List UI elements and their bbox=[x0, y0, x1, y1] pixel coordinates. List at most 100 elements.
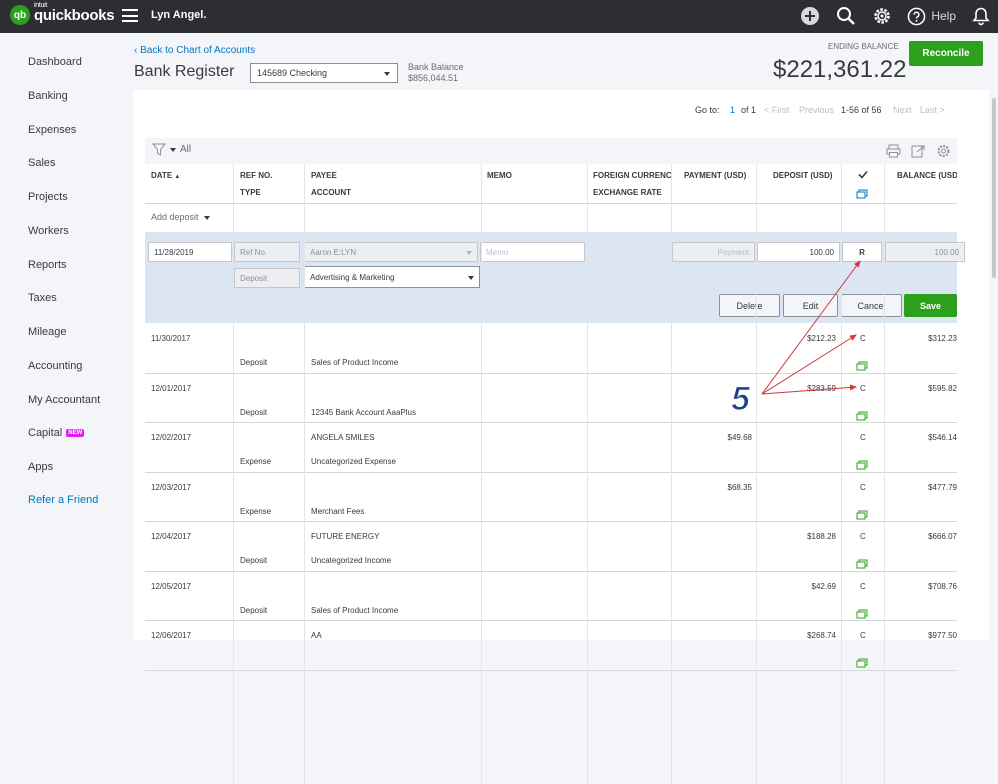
quickbooks-logo[interactable]: qb intuit quickbooks bbox=[10, 2, 115, 25]
last-page-link[interactable]: Last > bbox=[920, 105, 945, 115]
payee-select[interactable]: Aaron E:LYN bbox=[304, 242, 478, 262]
create-icon[interactable] bbox=[799, 5, 821, 27]
nav-dashboard[interactable]: Dashboard bbox=[28, 56, 82, 68]
nav-taxes[interactable]: Taxes bbox=[28, 292, 57, 304]
account-field[interactable]: Advertising & Marketing bbox=[304, 266, 480, 288]
nav-workers[interactable]: Workers bbox=[28, 225, 69, 237]
copy-icon bbox=[856, 189, 868, 201]
date-input[interactable]: 11/28/2019 bbox=[148, 242, 232, 262]
payment-input[interactable]: Payment bbox=[672, 242, 755, 262]
nav-capital-label: Capital bbox=[28, 427, 63, 439]
page-scrollbar[interactable] bbox=[990, 90, 998, 640]
copy-icon[interactable] bbox=[856, 507, 868, 519]
first-page-link[interactable]: < First bbox=[764, 105, 789, 115]
type-field: Deposit bbox=[234, 268, 300, 288]
nav-projects[interactable]: Projects bbox=[28, 191, 68, 203]
nav-sales[interactable]: Sales bbox=[28, 157, 56, 169]
copy-icon[interactable] bbox=[856, 606, 868, 618]
table-row[interactable]: 12/05/2017 Deposit Sales of Product Income… bbox=[145, 572, 957, 621]
row-type: Deposit bbox=[240, 407, 268, 417]
nav-expenses[interactable]: Expenses bbox=[28, 124, 76, 136]
row-status: C bbox=[860, 482, 866, 492]
col-balance: BALANCE (USD) bbox=[897, 171, 957, 180]
save-button[interactable]: Save bbox=[904, 294, 957, 317]
previous-page-link[interactable]: Previous bbox=[799, 105, 834, 115]
copy-icon[interactable] bbox=[856, 358, 868, 371]
print-icon[interactable] bbox=[886, 144, 901, 158]
row-balance: $312.23 bbox=[928, 334, 957, 343]
row-account: Sales of Product Income bbox=[311, 358, 399, 367]
nav-mileage[interactable]: Mileage bbox=[28, 326, 67, 338]
grid-header: DATE ▲ REF NO. TYPE PAYEE ACCOUNT MEMO F… bbox=[145, 164, 957, 204]
table-row[interactable]: 12/04/2017 Deposit FUTURE ENERGY Uncategori… bbox=[145, 522, 957, 572]
goto-page-input[interactable]: 1 bbox=[730, 105, 735, 115]
add-deposit-button[interactable]: Add deposit bbox=[151, 212, 211, 222]
company-name[interactable]: Lyn Angel. bbox=[151, 9, 206, 21]
cancel-button[interactable]: Cancel bbox=[841, 294, 902, 317]
reconcile-status-toggle[interactable]: R bbox=[842, 242, 882, 262]
add-deposit-label: Add deposit bbox=[151, 212, 199, 222]
bank-balance-value: $856,044.51 bbox=[408, 73, 459, 83]
row-deposit: $188.28 bbox=[807, 532, 836, 541]
edit-row: 11/28/2019 Ref No. Aaron E:LYN Memo Paym… bbox=[145, 232, 965, 323]
next-page-link[interactable]: Next bbox=[893, 105, 912, 115]
edit-button[interactable]: Edit bbox=[783, 294, 838, 317]
copy-icon[interactable] bbox=[856, 457, 868, 470]
row-balance: $666.07 bbox=[928, 532, 957, 541]
memo-input[interactable]: Memo bbox=[480, 242, 585, 262]
help-button[interactable]: Help bbox=[907, 7, 956, 26]
nav-banking[interactable]: Banking bbox=[28, 90, 68, 102]
col-account: ACCOUNT bbox=[311, 188, 351, 197]
table-row[interactable]: 12/01/2017 Deposit 12345 Bank Account AaaP… bbox=[145, 374, 957, 423]
row-balance: $977.50 bbox=[928, 631, 957, 640]
refer-a-friend-link[interactable]: Refer a Friend bbox=[28, 494, 98, 506]
row-date: 12/06/2017 bbox=[151, 631, 192, 640]
nav-reports[interactable]: Reports bbox=[28, 259, 67, 271]
page-range: 1-56 of 56 bbox=[841, 105, 882, 115]
nav-my-accountant[interactable]: My Accountant bbox=[28, 394, 100, 406]
row-balance: $546.14 bbox=[928, 433, 957, 442]
goto-label: Go to: bbox=[695, 105, 720, 115]
nav-accounting[interactable]: Accounting bbox=[28, 360, 82, 372]
gear-icon[interactable] bbox=[871, 5, 893, 27]
search-icon[interactable] bbox=[835, 5, 857, 27]
deposit-input[interactable]: 100.00 bbox=[757, 242, 840, 262]
copy-icon[interactable] bbox=[856, 408, 868, 420]
table-row[interactable]: 11/30/2017 Deposit Sales of Product Income… bbox=[145, 324, 957, 374]
scrollbar-thumb[interactable] bbox=[992, 98, 996, 278]
row-date: 12/02/2017 bbox=[151, 433, 192, 442]
menu-icon[interactable] bbox=[122, 9, 138, 22]
payee-value: Aaron E:LYN bbox=[310, 248, 357, 257]
page-title: Bank Register bbox=[134, 63, 235, 80]
settings-gear-icon[interactable] bbox=[936, 144, 951, 158]
filter-button[interactable]: All bbox=[152, 143, 191, 156]
qb-logo-icon: qb bbox=[10, 5, 30, 25]
row-type: Deposit bbox=[240, 556, 268, 565]
delete-button[interactable]: Delete bbox=[719, 294, 780, 317]
nav-capital[interactable]: Capital NEW bbox=[28, 427, 85, 439]
chevron-down-icon bbox=[204, 216, 211, 220]
account-select-value: 145689 Checking bbox=[257, 68, 328, 78]
table-row[interactable]: 12/06/2017 AA C $268.74 $977.50 bbox=[145, 621, 957, 671]
export-icon[interactable] bbox=[911, 144, 926, 158]
checkmark-icon bbox=[858, 170, 868, 181]
table-row[interactable]: 12/03/2017 Expense Merchant Fees C $68.35 $47… bbox=[145, 473, 957, 522]
copy-icon[interactable] bbox=[856, 556, 868, 569]
row-status: C bbox=[860, 532, 866, 541]
row-date: 12/01/2017 bbox=[151, 383, 192, 393]
table-row[interactable]: 12/02/2017 Expense ANGELA SMILES Uncategori… bbox=[145, 423, 957, 473]
row-type: Expense bbox=[240, 506, 272, 516]
ref-no-input[interactable]: Ref No. bbox=[234, 242, 300, 262]
bell-icon[interactable] bbox=[970, 5, 992, 27]
back-to-chart-link[interactable]: ‹ Back to Chart of Accounts bbox=[134, 45, 255, 56]
row-date: 12/04/2017 bbox=[151, 532, 192, 541]
sort-up-icon: ▲ bbox=[174, 174, 181, 180]
row-type: Deposit bbox=[240, 358, 268, 367]
row-deposit: $268.74 bbox=[807, 631, 836, 640]
row-date: 11/30/2017 bbox=[151, 334, 191, 343]
reconcile-button[interactable]: Reconcile bbox=[909, 41, 983, 66]
copy-icon[interactable] bbox=[856, 655, 868, 668]
nav-apps[interactable]: Apps bbox=[28, 461, 53, 473]
account-select[interactable]: 145689 Checking bbox=[250, 63, 398, 83]
col-date[interactable]: DATE ▲ bbox=[151, 171, 180, 180]
